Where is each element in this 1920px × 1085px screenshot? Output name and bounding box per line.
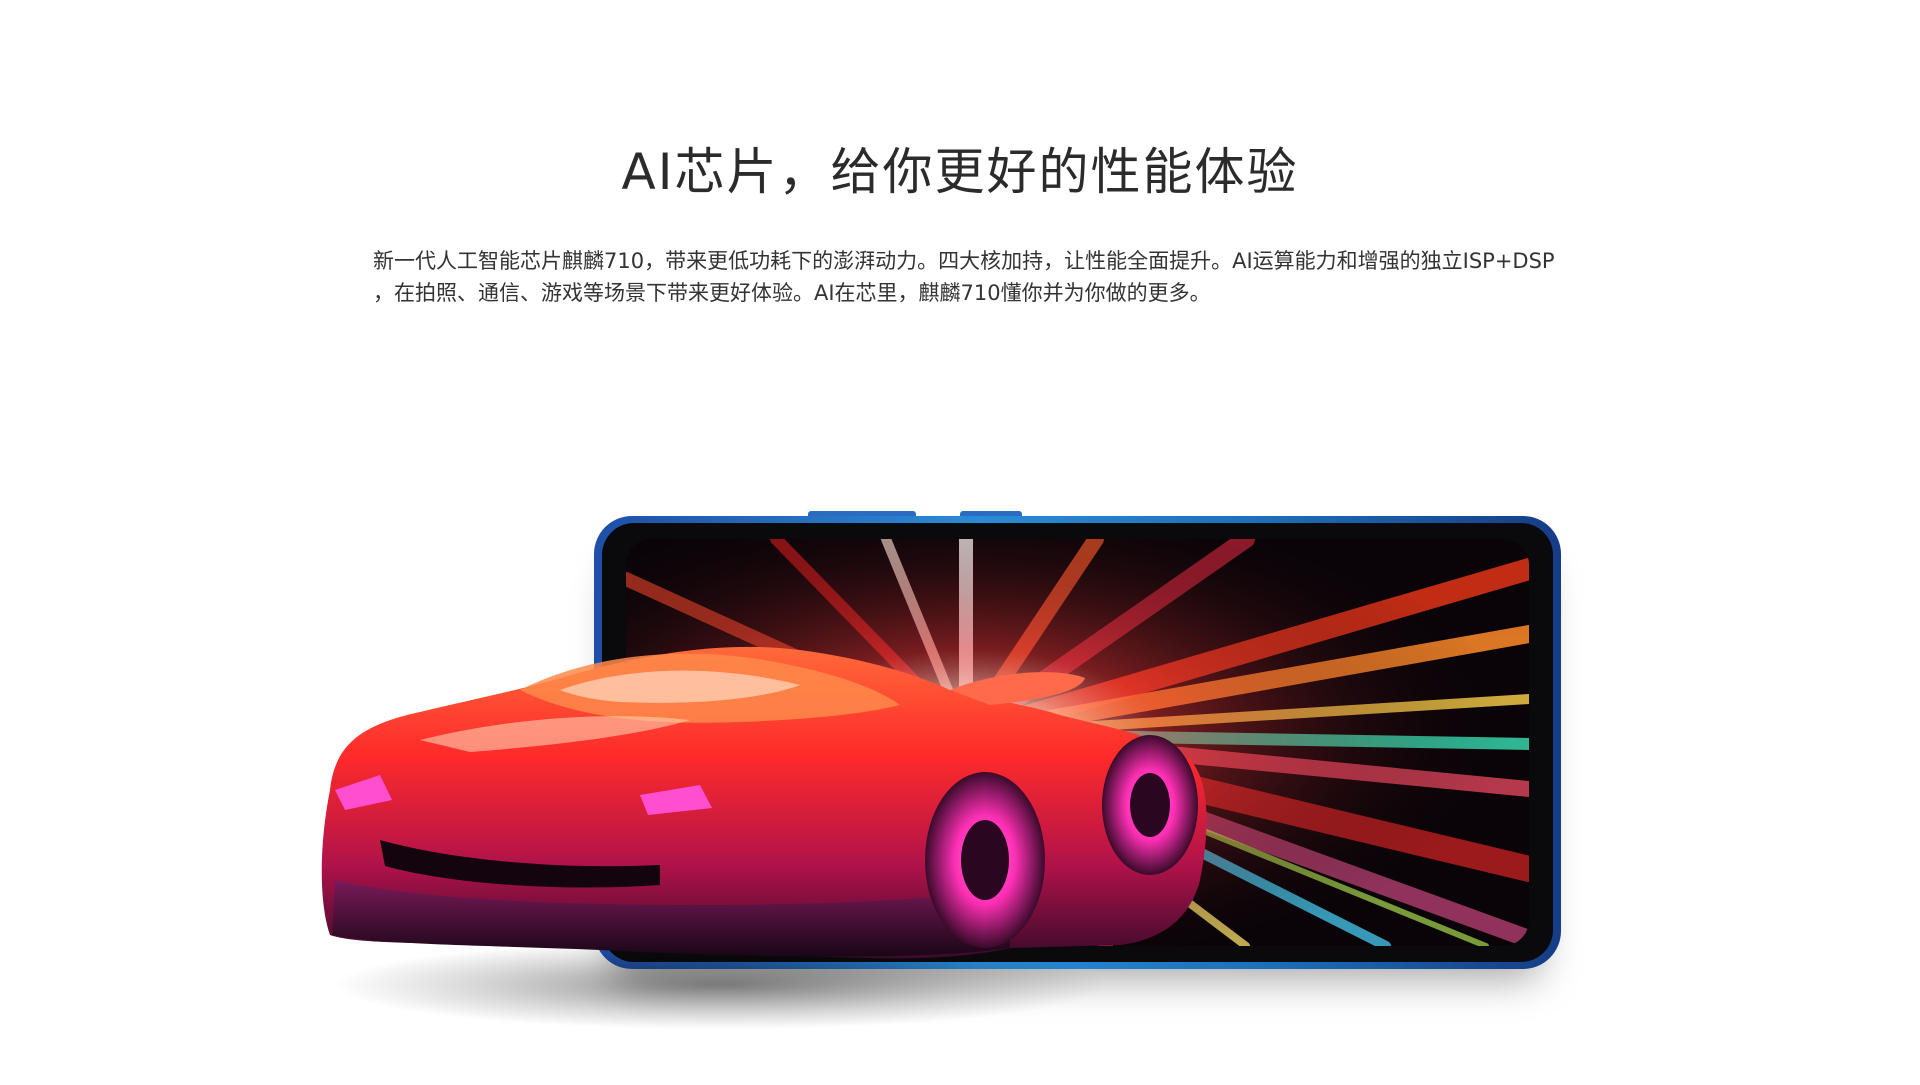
hero-illustration [0, 0, 1920, 1085]
page: AI芯片，给你更好的性能体验 新一代人工智能芯片麒麟710，带来更低功耗下的澎湃… [0, 0, 1920, 1085]
car-front-hub [961, 820, 1009, 900]
car-rear-hub [1130, 773, 1170, 837]
sports-car-graphic [321, 646, 1207, 959]
